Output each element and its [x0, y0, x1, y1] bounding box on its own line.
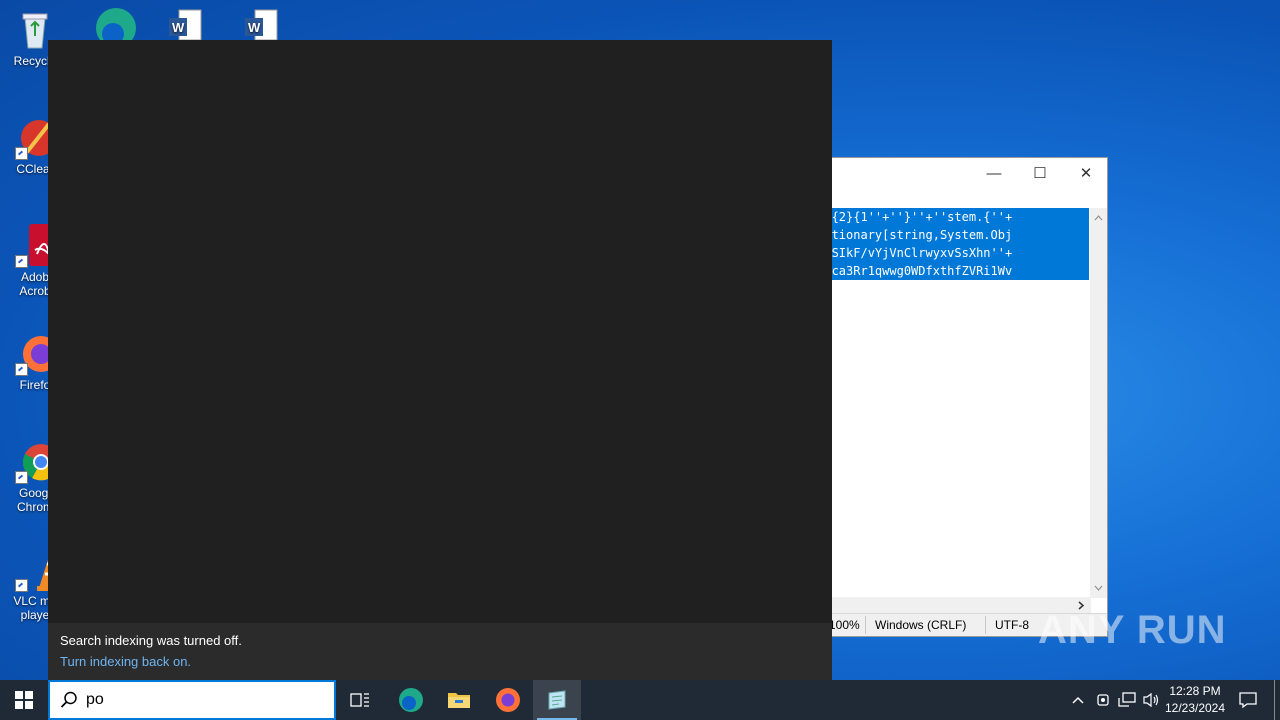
close-button[interactable]: ✕	[1063, 158, 1109, 188]
maximize-icon: ☐	[1033, 165, 1047, 182]
shortcut-arrow-icon	[15, 579, 28, 592]
search-icon	[60, 691, 77, 708]
taskbar-file-explorer[interactable]	[435, 680, 483, 720]
taskbar-search-box[interactable]	[48, 680, 336, 720]
close-icon: ✕	[1079, 165, 1093, 182]
notification-icon	[1239, 692, 1257, 709]
speaker-icon	[1143, 692, 1159, 708]
search-input[interactable]	[86, 690, 326, 710]
line-ending: Windows (CRLF)	[875, 618, 967, 632]
turn-indexing-on-link[interactable]: Turn indexing back on.	[60, 654, 191, 669]
taskbar: 12:28 PM 12/23/2024	[0, 680, 1280, 720]
show-hidden-icons-button[interactable]	[1068, 680, 1088, 720]
task-view-icon	[350, 693, 369, 707]
anyrun-watermark: ANY RUN	[1038, 608, 1227, 652]
folder-icon	[448, 693, 470, 708]
svg-text:W: W	[248, 20, 261, 35]
maximize-button[interactable]: ☐	[1017, 158, 1063, 188]
encoding: UTF-8	[995, 618, 1029, 632]
network-icon	[1118, 692, 1136, 707]
minimize-icon: —	[986, 164, 1002, 182]
action-center-button[interactable]	[1234, 680, 1262, 720]
indexing-off-message: Search indexing was turned off.	[60, 633, 242, 648]
notepad-icon	[548, 690, 566, 710]
clock-time: 12:28 PM	[1169, 684, 1221, 698]
zoom-level: 100%	[829, 618, 860, 632]
firefox-icon	[496, 688, 520, 712]
shortcut-arrow-icon	[15, 147, 28, 160]
network-button[interactable]	[1116, 680, 1138, 720]
start-button[interactable]	[0, 680, 48, 720]
taskbar-firefox[interactable]	[484, 680, 532, 720]
svg-text:W: W	[172, 20, 185, 35]
taskbar-edge[interactable]	[387, 680, 435, 720]
windows-logo-icon	[15, 691, 33, 709]
taskbar-clock[interactable]: 12:28 PM 12/23/2024	[1160, 683, 1230, 717]
taskbar-notepad[interactable]	[533, 680, 581, 720]
chevron-up-icon	[1072, 696, 1084, 704]
edge-icon	[399, 688, 423, 712]
vertical-scrollbar[interactable]	[1090, 208, 1107, 598]
shortcut-arrow-icon	[15, 363, 28, 376]
clock-date: 12/23/2024	[1164, 701, 1226, 715]
search-flyout: Search indexing was turned off. Turn ind…	[48, 40, 832, 680]
volume-button[interactable]	[1140, 680, 1162, 720]
device-icon	[1097, 694, 1109, 706]
show-desktop-button[interactable]	[1274, 680, 1275, 720]
task-view-button[interactable]	[336, 680, 384, 720]
shortcut-arrow-icon	[15, 255, 28, 268]
shortcut-arrow-icon	[15, 471, 28, 484]
minimize-button[interactable]: —	[971, 158, 1017, 188]
tray-device-icon-button[interactable]	[1092, 680, 1114, 720]
search-indexing-notice: Search indexing was turned off. Turn ind…	[48, 623, 832, 680]
